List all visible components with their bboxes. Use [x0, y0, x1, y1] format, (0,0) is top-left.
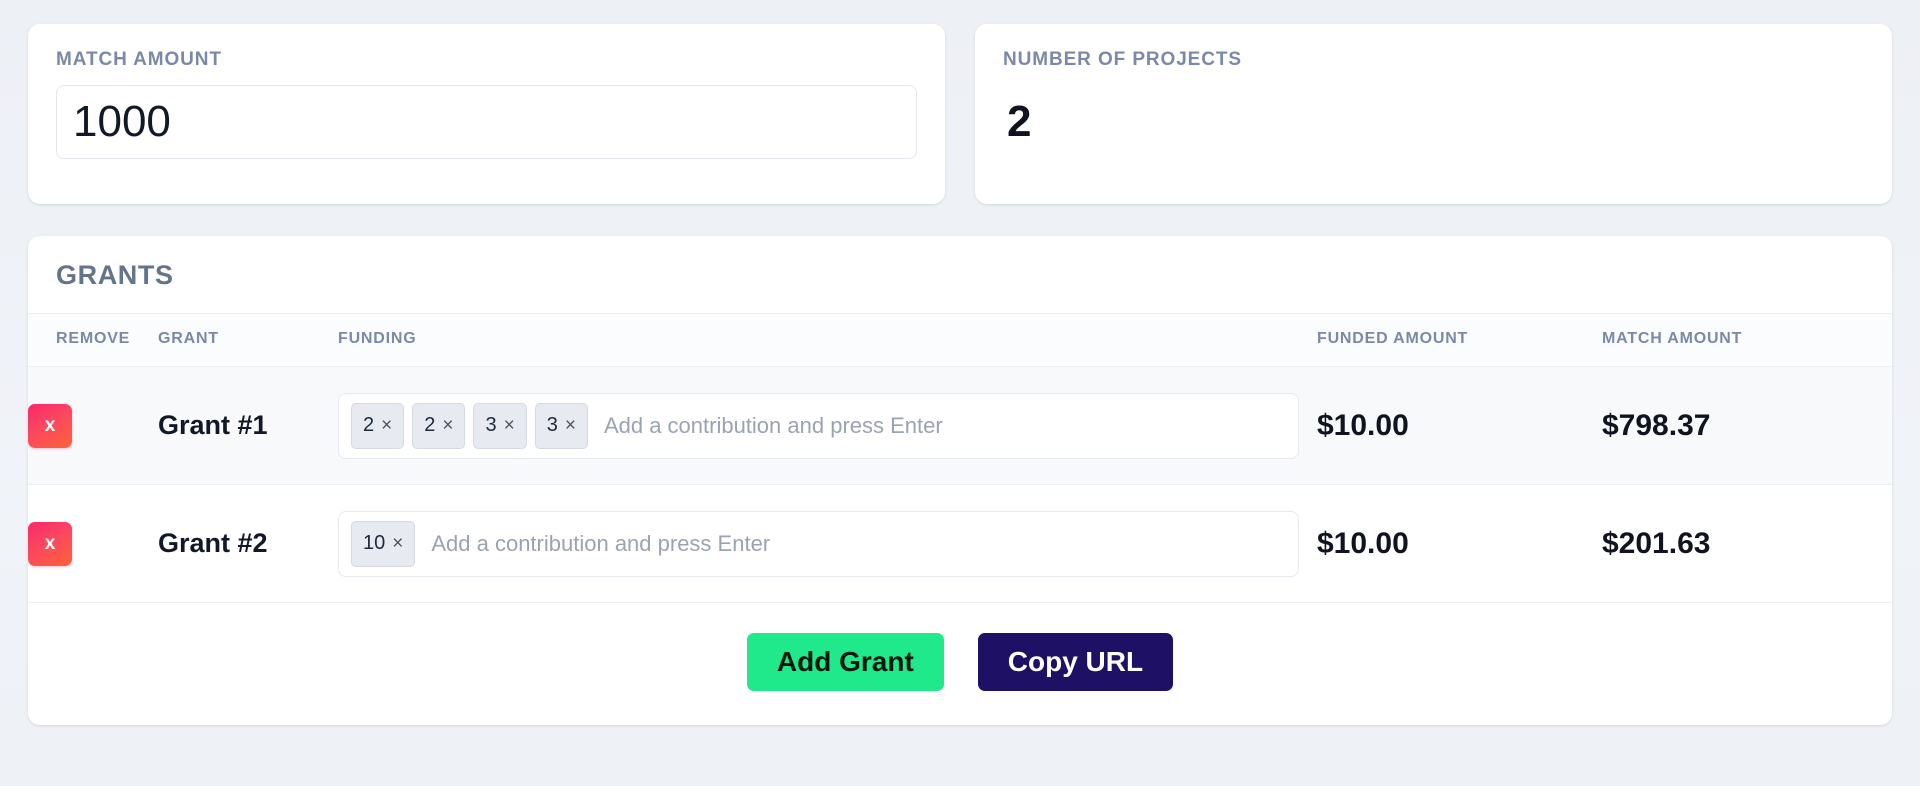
app-root: MATCH AMOUNT NUMBER OF PROJECTS 2 GRANTS… — [0, 0, 1920, 786]
contribution-input[interactable] — [423, 520, 1286, 567]
contribution-value: 10 — [363, 532, 386, 554]
column-header-funded-amount: FUNDED AMOUNT — [1317, 314, 1602, 367]
contribution-value: 2 — [424, 414, 436, 436]
cell-match-amount: $798.37 — [1602, 366, 1892, 485]
contribution-value: 3 — [485, 414, 497, 436]
table-row: x Grant #2 10 × $10.00 $201.63 — [28, 484, 1892, 603]
contribution-value: 3 — [546, 414, 558, 436]
grants-header: GRANTS — [28, 236, 1892, 314]
remove-grant-button[interactable]: x — [28, 521, 72, 566]
cell-funding: 2 × 2 × 3 × 3 × — [338, 366, 1317, 485]
remove-contribution-icon[interactable]: × — [392, 534, 403, 553]
cell-funded-amount: $10.00 — [1317, 484, 1602, 603]
match-amount-value: $798.37 — [1602, 408, 1711, 442]
grants-table: REMOVE GRANT FUNDING FUNDED AMOUNT MATCH… — [28, 314, 1892, 603]
remove-contribution-icon[interactable]: × — [504, 416, 515, 435]
table-row: xGrant #12×2×3×3×$10.00$798.37 — [28, 366, 1892, 485]
contribution-chip[interactable]: 10 × — [351, 520, 416, 567]
cell-remove: x — [28, 484, 158, 603]
match-amount-value: $201.63 — [1602, 526, 1711, 560]
cell-match-amount: $201.63 — [1602, 484, 1892, 603]
contribution-value: 2 — [363, 414, 375, 436]
funded-amount-value: $10.00 — [1317, 408, 1409, 442]
grant-name: Grant #1 — [158, 410, 268, 440]
column-header-funding: FUNDING — [338, 314, 1317, 367]
funding-input-box[interactable]: 10 × — [338, 510, 1299, 577]
match-amount-label: MATCH AMOUNT — [56, 49, 222, 70]
remove-contribution-icon[interactable]: × — [381, 416, 392, 435]
remove-grant-button[interactable]: x — [28, 403, 72, 448]
grants-table-header-row: REMOVE GRANT FUNDING FUNDED AMOUNT MATCH… — [28, 314, 1892, 367]
contribution-chip[interactable]: 3 × — [534, 402, 588, 449]
cell-funding: 10 × — [338, 484, 1317, 603]
grant-name: Grant #2 — [158, 528, 268, 558]
summary-cards-row: MATCH AMOUNT NUMBER OF PROJECTS 2 — [28, 24, 1892, 204]
grants-table-head: REMOVE GRANT FUNDING FUNDED AMOUNT MATCH… — [28, 314, 1892, 367]
contribution-chip[interactable]: 2 × — [351, 402, 405, 449]
funded-amount-value: $10.00 — [1317, 526, 1409, 560]
grants-table-body: xGrant #12×2×3×3×$10.00$798.37xGrant #21… — [28, 366, 1892, 603]
column-header-grant: GRANT — [158, 314, 338, 367]
column-header-remove: REMOVE — [28, 314, 158, 367]
cell-grant-name: Grant #1 — [158, 366, 338, 485]
remove-contribution-icon[interactable]: × — [565, 416, 576, 435]
cell-funded-amount: $10.00 — [1317, 366, 1602, 485]
number-of-projects-label: NUMBER OF PROJECTS — [1003, 49, 1242, 70]
match-amount-input[interactable] — [56, 85, 917, 159]
copy-url-button[interactable]: Copy URL — [977, 633, 1174, 691]
grants-card: GRANTS REMOVE GRANT FUNDING FUNDED AMOUN… — [28, 236, 1892, 725]
funding-input-box[interactable]: 2 × 2 × 3 × 3 × — [338, 392, 1299, 459]
grants-title: GRANTS — [56, 260, 174, 290]
remove-contribution-icon[interactable]: × — [442, 416, 453, 435]
column-header-match-amount: MATCH AMOUNT — [1602, 314, 1892, 367]
contribution-input[interactable] — [595, 402, 1286, 449]
contribution-chip[interactable]: 2 × — [412, 402, 466, 449]
cell-grant-name: Grant #2 — [158, 484, 338, 603]
match-amount-card: MATCH AMOUNT — [28, 24, 945, 204]
grants-actions: Add Grant Copy URL — [28, 603, 1892, 725]
contribution-chip[interactable]: 3 × — [473, 402, 527, 449]
cell-remove: x — [28, 366, 158, 485]
number-of-projects-card: NUMBER OF PROJECTS 2 — [975, 24, 1892, 204]
number-of-projects-value: 2 — [1007, 97, 1032, 146]
add-grant-button[interactable]: Add Grant — [746, 633, 944, 691]
